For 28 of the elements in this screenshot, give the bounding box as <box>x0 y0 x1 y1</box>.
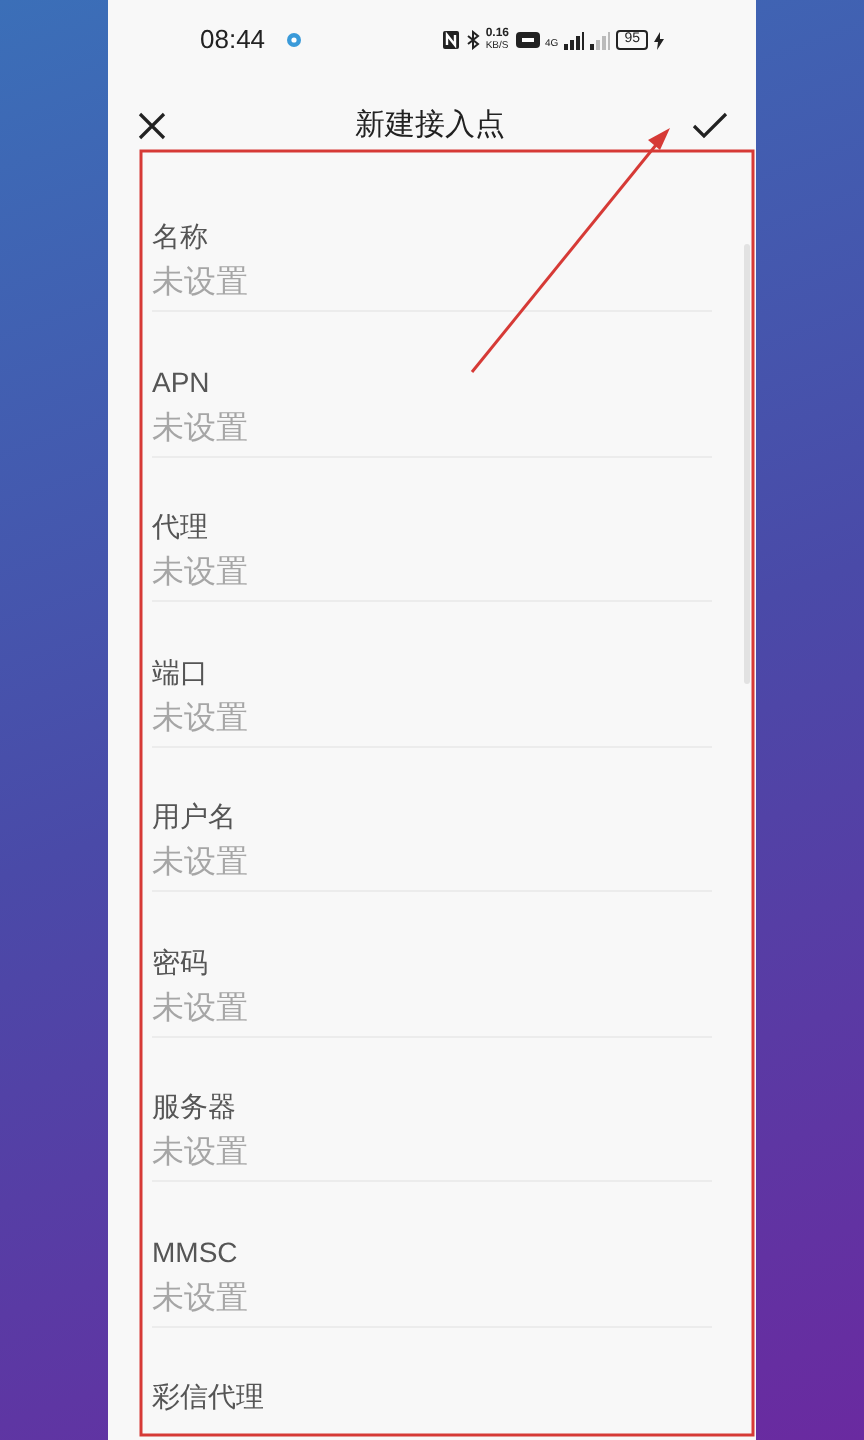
close-icon[interactable] <box>136 110 168 142</box>
field-label: 端口 <box>152 653 210 689</box>
field-label: 彩信代理 <box>152 1378 266 1414</box>
charging-icon <box>654 31 664 49</box>
field-value[interactable]: 未设置 <box>152 842 712 886</box>
field-label: 代理 <box>152 508 210 544</box>
status-time: 08:44 <box>200 22 266 59</box>
field-value[interactable]: 未设置 <box>152 552 712 596</box>
field-value[interactable]: 未设置 <box>152 1277 712 1321</box>
field-label: APN <box>152 363 212 399</box>
notification-dot-icon <box>285 32 302 48</box>
page-title: 新建接入点 <box>355 105 505 146</box>
field-label: 用户名 <box>152 798 238 834</box>
signal-icon <box>564 31 585 49</box>
field-value[interactable]: 未设置 <box>152 987 712 1031</box>
field-label: MMSC <box>152 1233 240 1269</box>
field-label: 服务器 <box>152 1088 238 1124</box>
bluetooth-icon <box>465 30 480 50</box>
checkmark-icon[interactable] <box>692 112 728 140</box>
field-value[interactable]: 未设置 <box>152 262 712 306</box>
field-value[interactable]: 未设置 <box>152 697 712 741</box>
hd-icon <box>515 32 540 48</box>
field-value[interactable]: 未设置 <box>152 1132 712 1176</box>
field-label: 名称 <box>152 218 210 254</box>
field-value[interactable]: 未设置 <box>152 407 712 451</box>
weak-signal-icon <box>590 31 611 49</box>
field-label: 密码 <box>152 943 210 979</box>
nfc-icon <box>441 30 460 50</box>
